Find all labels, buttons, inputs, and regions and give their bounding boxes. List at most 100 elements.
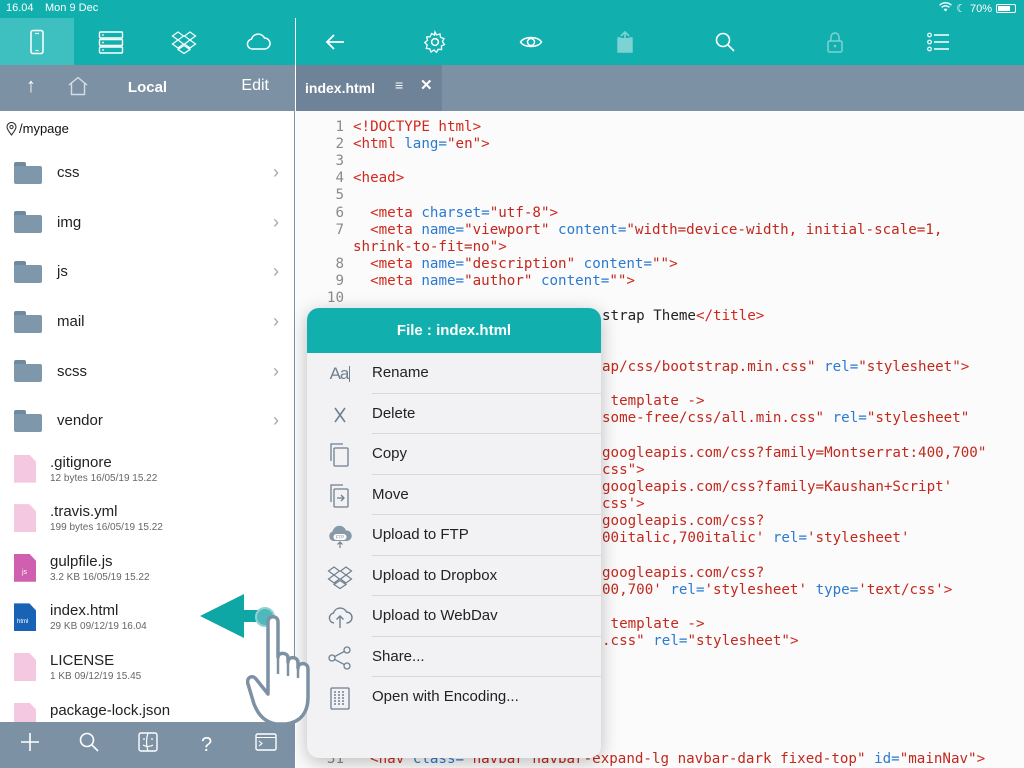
- file-meta: 199 bytes 16/05/19 15.22: [50, 522, 163, 534]
- file-badge: html: [17, 619, 29, 626]
- folder-name: css: [57, 164, 80, 182]
- share-button[interactable]: [611, 28, 639, 56]
- location-pin-icon: [6, 121, 17, 136]
- js-file-icon: js: [14, 553, 36, 582]
- line-number: 10: [326, 290, 344, 306]
- moon-icon: ☾: [956, 3, 966, 15]
- code-line: css">: [602, 462, 645, 478]
- line-number: 9: [335, 272, 344, 289]
- left-pointer-arrow-icon: [200, 594, 244, 638]
- html-file-icon: html: [14, 603, 36, 632]
- ftp-upload-icon: FTP: [326, 523, 354, 549]
- search-icon: [715, 32, 735, 52]
- line-number: 5: [335, 187, 344, 204]
- outline-button[interactable]: [924, 28, 952, 56]
- menu-item-label: Copy: [372, 445, 408, 462]
- chevron-right-icon: ›: [273, 360, 279, 381]
- add-button[interactable]: [0, 731, 59, 759]
- share-icon: [617, 30, 633, 53]
- file-name: gulpfile.js: [50, 552, 113, 570]
- search-icon: [79, 732, 99, 752]
- folder-name: vendor: [57, 412, 103, 430]
- menu-item-upload-dropbox[interactable]: Upload to Dropbox: [307, 556, 601, 596]
- dropbox-icon: [326, 564, 354, 590]
- folder-row[interactable]: img ›: [0, 198, 295, 248]
- battery-percent: 70%: [969, 2, 992, 15]
- folder-icon: [14, 211, 42, 234]
- cloud-icon: [246, 32, 271, 50]
- status-date: Mon 9 Dec: [45, 2, 99, 14]
- dropbox-icon: [171, 30, 197, 54]
- folder-row[interactable]: css ›: [0, 148, 295, 198]
- search-button[interactable]: [711, 28, 739, 56]
- menu-item-share[interactable]: Share...: [307, 637, 601, 677]
- hand-pointer-icon: [246, 615, 310, 726]
- chevron-right-icon: ›: [273, 261, 279, 282]
- menu-item-label: Open with Encoding...: [372, 688, 519, 705]
- edit-button[interactable]: Edit: [241, 77, 269, 95]
- menu-item-label: Delete: [372, 404, 416, 422]
- finder-button[interactable]: [118, 731, 177, 759]
- code-line: shrink-to-fit=no">: [353, 238, 507, 255]
- file-name: .travis.yml: [50, 503, 118, 521]
- file-row[interactable]: .gitignore 12 bytes 16/05/19 15.22: [0, 446, 295, 496]
- menu-item-delete[interactable]: Delete: [307, 394, 601, 434]
- folder-row[interactable]: scss ›: [0, 346, 295, 396]
- editor-toolbar: [296, 18, 1024, 65]
- file-icon: [14, 504, 36, 533]
- file-meta: 1 KB 09/12/19 15.45: [50, 670, 142, 682]
- source-tab-dropbox[interactable]: [148, 18, 222, 65]
- menu-item-copy[interactable]: Copy: [307, 434, 601, 475]
- gear-icon: [423, 30, 446, 54]
- tab-close-icon[interactable]: ✕: [420, 76, 433, 94]
- lock-button[interactable]: [821, 28, 849, 56]
- folder-row[interactable]: js ›: [0, 247, 295, 297]
- menu-item-upload-ftp[interactable]: FTP Upload to FTP: [307, 515, 601, 556]
- line-number: 2: [335, 136, 344, 153]
- code-line: template ->: [602, 616, 705, 632]
- finder-icon: [137, 732, 158, 752]
- terminal-button[interactable]: [236, 733, 295, 757]
- folder-name: js: [57, 263, 68, 281]
- file-row[interactable]: js gulpfile.js 3.2 KB 16/05/19 15.22: [0, 545, 295, 595]
- code-line: <html lang="en">: [353, 136, 490, 153]
- menu-item-label: Upload to WebDav: [372, 607, 498, 624]
- line-number: 1: [335, 119, 344, 135]
- chevron-right-icon: ›: [273, 311, 279, 332]
- menu-item-label: Rename: [372, 364, 429, 381]
- code-line: strap Theme</title>: [602, 308, 765, 324]
- path-text: /mypage: [19, 121, 69, 136]
- menu-item-rename[interactable]: Aa Rename: [307, 353, 601, 394]
- help-button[interactable]: ?: [177, 734, 236, 757]
- folder-row[interactable]: mail ›: [0, 297, 295, 347]
- chevron-right-icon: ›: [273, 410, 279, 431]
- menu-item-open-encoding[interactable]: Open with Encoding...: [307, 677, 601, 718]
- source-tab-local[interactable]: [0, 18, 74, 65]
- back-arrow-icon: [325, 34, 344, 50]
- file-row[interactable]: .travis.yml 199 bytes 16/05/19 15.22: [0, 495, 295, 545]
- file-name: index.html: [50, 602, 119, 620]
- code-line: some-free/css/all.min.css" rel="styleshe…: [602, 410, 970, 426]
- source-tab-cloud[interactable]: [221, 18, 295, 65]
- line-number: 8: [335, 255, 344, 272]
- chevron-right-icon: ›: [273, 162, 279, 183]
- menu-item-move[interactable]: Move: [307, 475, 601, 515]
- tab-label: index.html: [305, 80, 376, 96]
- folder-row[interactable]: vendor ›: [0, 396, 295, 446]
- tab-index-html[interactable]: index.html ≡ ✕: [296, 65, 442, 111]
- back-button[interactable]: [321, 28, 349, 56]
- folder-icon: [14, 409, 42, 432]
- menu-item-upload-webdav[interactable]: Upload to WebDav: [307, 596, 601, 637]
- source-tab-servers[interactable]: [74, 18, 148, 65]
- line-number: 6: [335, 204, 344, 221]
- search-button[interactable]: [59, 731, 118, 759]
- cloud-upload-icon: [326, 604, 354, 630]
- chevron-right-icon: ›: [273, 211, 279, 232]
- code-line: <head>: [353, 170, 405, 187]
- tab-menu-icon[interactable]: ≡: [395, 77, 403, 93]
- file-badge: js: [22, 568, 28, 576]
- preview-button[interactable]: [517, 28, 545, 56]
- status-bar: 16.04 Mon 9 Dec ☾ 70%: [0, 0, 1024, 18]
- settings-button[interactable]: [421, 28, 449, 56]
- file-meta: 29 KB 09/12/19 16.04: [50, 621, 147, 633]
